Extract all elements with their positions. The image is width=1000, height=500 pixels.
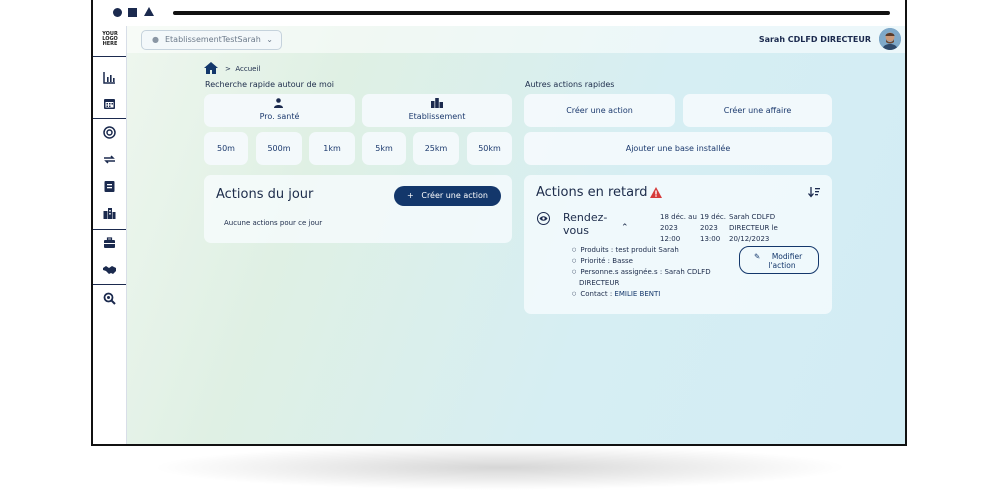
address-bar[interactable]	[173, 11, 890, 15]
action-type: Rendez- vous	[563, 211, 607, 237]
distance-50m-button[interactable]: 50m	[204, 132, 248, 165]
create-action-primary-button[interactable]: + Créer une action	[394, 186, 501, 206]
empty-actions-text: Aucune actions pour ce jour	[224, 219, 323, 227]
start-date-time: 12:00	[660, 235, 681, 243]
distance-5km-button[interactable]: 5km	[362, 132, 406, 165]
detail-personnes-line1: Personne.s assignée.s : Sarah CDLFD	[580, 268, 711, 276]
location-pin-icon: ●	[152, 35, 159, 44]
detail-personnes-line2: DIRECTEUR	[579, 279, 620, 287]
contact-card-icon[interactable]	[102, 179, 117, 194]
end-date-year: 2023	[700, 224, 718, 232]
contact-link[interactable]: EMILIE BENTI	[614, 290, 660, 298]
owner-line2: DIRECTEUR le	[729, 224, 778, 232]
detail-produits: Produits : test produit Sarah	[572, 245, 711, 256]
main-content: ● EtablissementTestSarah ⌄ Sarah CDLFD DI…	[127, 26, 905, 444]
search-zoom-icon[interactable]	[102, 291, 117, 306]
end-date-day: 19 déc.	[700, 213, 726, 221]
add-base-button[interactable]: Ajouter une base installée	[524, 132, 832, 165]
browser-bar	[93, 0, 905, 28]
etablissement-button[interactable]: Etablissement	[362, 94, 512, 127]
pro-sante-button[interactable]: Pro. santé	[204, 94, 355, 127]
distance-1km-button[interactable]: 1km	[309, 132, 355, 165]
action-type-line1: Rendez-	[563, 211, 608, 224]
quick-search-title: Recherche rapide autour de moi	[205, 80, 334, 89]
action-details: Produits : test produit Sarah Priorité :…	[564, 245, 711, 300]
start-date: 18 déc. au 2023 12:00	[660, 212, 697, 245]
distance-50km-button[interactable]: 50km	[467, 132, 512, 165]
create-action-primary-label: Créer une action	[421, 191, 488, 200]
dashboard-chart-icon[interactable]	[102, 70, 117, 85]
action-owner: Sarah CDLFD DIRECTEUR le 20/12/2023	[729, 212, 778, 245]
avatar[interactable]	[879, 28, 901, 50]
frame-shadow	[150, 445, 850, 490]
breadcrumb: > Accueil	[225, 65, 261, 73]
sidebar-divider	[93, 118, 126, 119]
target-icon[interactable]	[102, 125, 117, 140]
browser-window: YOUR LOGO HERE ● EtablissementTestSarah …	[91, 0, 907, 446]
end-date: 19 déc. 2023 13:00	[700, 212, 726, 245]
handshake-icon[interactable]	[102, 262, 117, 277]
triangle-icon	[144, 7, 154, 16]
modify-action-button[interactable]: ✎ Modifier l'action	[739, 246, 819, 274]
sync-arrows-icon[interactable]	[102, 152, 117, 167]
late-actions-card: Actions en retard Rendez- vous ⌃ 18 déc.…	[524, 175, 832, 314]
person-icon	[274, 98, 283, 108]
action-type-line2: vous	[563, 224, 589, 237]
toolbox-icon[interactable]	[102, 235, 117, 250]
buildings-icon[interactable]	[102, 206, 117, 221]
distance-25km-button[interactable]: 25km	[413, 132, 459, 165]
start-date-year: 2023	[660, 224, 678, 232]
establishment-name: EtablissementTestSarah	[164, 35, 261, 44]
pro-sante-label: Pro. santé	[259, 112, 300, 121]
create-action-button[interactable]: Créer une action	[524, 94, 675, 127]
sidebar: YOUR LOGO HERE	[93, 26, 127, 444]
late-actions-title: Actions en retard	[536, 185, 648, 200]
buildings-icon	[431, 98, 443, 108]
etablissement-label: Etablissement	[408, 112, 466, 121]
top-bar: ● EtablissementTestSarah ⌄ Sarah CDLFD DI…	[127, 26, 905, 53]
actions-today-card: Actions du jour + Créer une action Aucun…	[204, 175, 512, 243]
owner-line3: 20/12/2023	[729, 235, 770, 243]
plus-icon: +	[407, 191, 414, 200]
chevron-up-icon[interactable]: ⌃	[621, 223, 629, 233]
breadcrumb-home[interactable]: Accueil	[235, 65, 260, 73]
other-actions-title: Autres actions rapides	[525, 80, 615, 89]
distance-500m-button[interactable]: 500m	[256, 132, 302, 165]
owner-line1: Sarah CDLFD	[729, 213, 776, 221]
actions-today-title: Actions du jour	[216, 187, 314, 202]
modify-action-line2: l'action	[768, 261, 796, 270]
sidebar-divider	[93, 229, 126, 230]
warning-icon	[650, 187, 662, 198]
sidebar-divider	[93, 56, 126, 57]
eye-icon	[537, 212, 550, 225]
square-icon	[128, 8, 137, 17]
calendar-icon[interactable]	[102, 96, 117, 111]
detail-contact-label: Contact :	[580, 290, 615, 298]
detail-personnes: Personne.s assignée.s : Sarah CDLFD	[572, 267, 711, 278]
detail-personnes-cont: DIRECTEUR	[572, 278, 711, 289]
logo: YOUR LOGO HERE	[102, 31, 118, 47]
sort-icon[interactable]	[808, 187, 820, 198]
detail-contact: Contact : EMILIE BENTI	[572, 289, 711, 300]
user-name[interactable]: Sarah CDLFD DIRECTEUR	[759, 35, 871, 44]
pencil-icon: ✎	[754, 252, 761, 261]
modify-action-line1: Modifier	[771, 252, 803, 261]
start-date-day: 18 déc. au	[660, 213, 697, 221]
create-affaire-button[interactable]: Créer une affaire	[683, 94, 832, 127]
detail-priorite: Priorité : Basse	[572, 256, 711, 267]
home-icon[interactable]	[204, 62, 218, 74]
establishment-select[interactable]: ● EtablissementTestSarah ⌄	[141, 30, 282, 50]
circle-icon	[113, 8, 122, 17]
sidebar-divider	[93, 284, 126, 285]
end-date-time: 13:00	[700, 235, 721, 243]
chevron-down-icon: ⌄	[266, 35, 273, 44]
